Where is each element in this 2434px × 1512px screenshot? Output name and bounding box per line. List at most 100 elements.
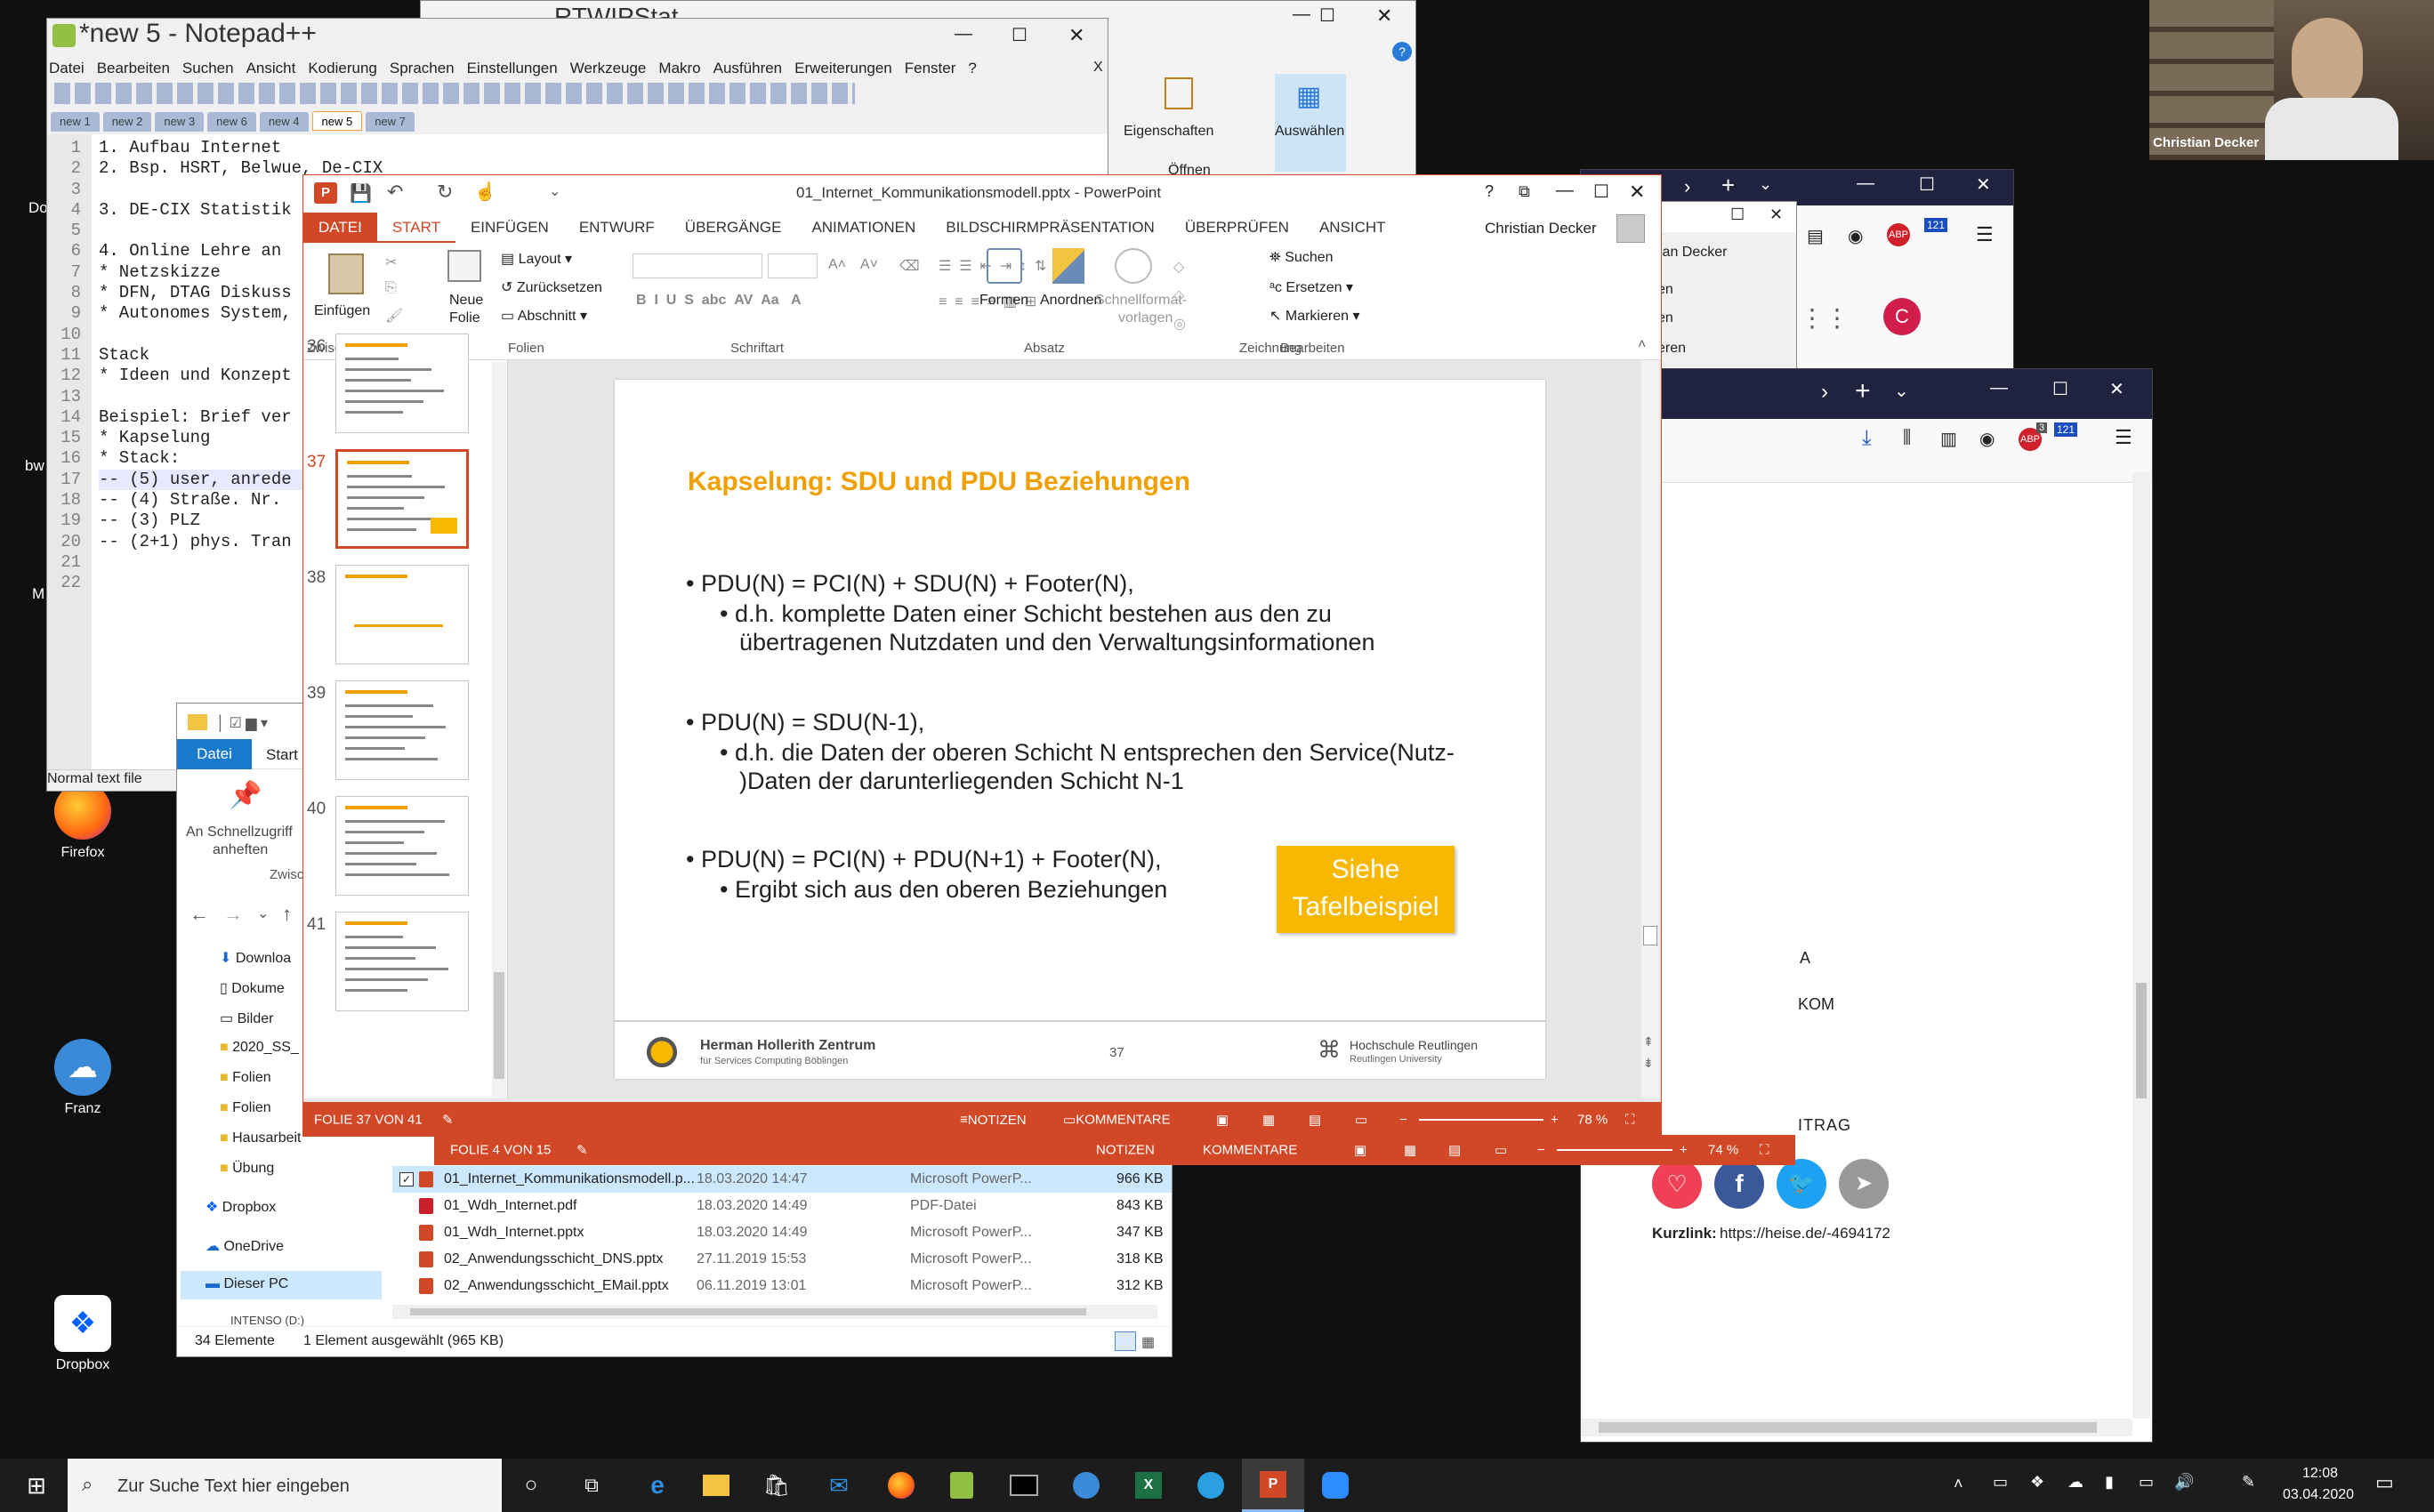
maximize-button[interactable]: ☐ [1319,4,1335,27]
nav-this-pc[interactable]: ▬ Dieser PC [206,1276,288,1292]
maximize-button[interactable]: ☐ [1593,181,1609,203]
tab-animationen[interactable]: ANIMATIONEN [796,213,931,243]
menu-item[interactable]: Suchen [182,60,234,76]
new-tab-icon[interactable]: + [1855,376,1871,406]
firefox-icon[interactable] [870,1459,932,1512]
save-icon[interactable]: 💾 [350,182,372,205]
sub-bullet[interactable]: • Ergibt sich aus den oberen Beziehungen [720,876,1167,904]
minimize-button[interactable]: — [1293,4,1310,25]
nav-drive[interactable]: INTENSO (D:) [230,1314,304,1327]
tab-start[interactable]: START [376,213,455,243]
menu-item[interactable]: Datei [49,60,85,76]
collapse-ribbon-icon[interactable]: ˄ [1638,337,1646,353]
nav-documents[interactable]: ▯ Dokume [220,979,285,997]
close-button[interactable]: ✕ [1376,4,1392,28]
find-button[interactable]: ⛯ Suchen [1269,250,1334,266]
account-icon[interactable]: ◉ [1979,428,1995,450]
zoom-icon[interactable] [1304,1459,1366,1512]
close-button[interactable]: ✕ [1976,173,1991,196]
adblock-icon[interactable]: ABP [1887,223,1910,246]
view-slideshow-icon[interactable]: ▭ [1355,1112,1367,1128]
redo-icon[interactable]: ↻ [437,181,453,204]
slide-thumbnail[interactable] [335,565,469,664]
pen-icon[interactable]: ✎ [2242,1473,2255,1492]
task-view-icon[interactable]: ⧉ [560,1459,623,1512]
slide-thumbnail[interactable] [335,334,469,433]
layout-button[interactable]: ▤ Layout ▾ [501,250,572,268]
font-styles-icons[interactable]: B I U S abc AV Aa A [636,293,802,309]
doc-tab[interactable]: new 7 [366,112,415,132]
telegram-share-button[interactable]: ➤ [1839,1159,1889,1209]
notes-icon[interactable]: ✎ [442,1112,454,1128]
editor-line[interactable]: 1. Aufbau Internet [99,138,1095,158]
fit-slide-icon[interactable]: ⛶ [1760,1143,1769,1158]
notes-button[interactable]: ≡ NOTIZEN [960,1113,1027,1128]
select-button[interactable]: Auswählen [1275,124,1344,140]
close-button[interactable]: ✕ [2109,378,2124,400]
extension-badge[interactable]: 121 [2054,422,2078,437]
menu-icon[interactable]: ☰ [2115,426,2132,449]
battery-icon[interactable]: ▮ [2105,1473,2114,1492]
zoom-in-icon[interactable]: + [1680,1143,1688,1158]
notes-icon[interactable]: ✎ [576,1142,588,1158]
font-size-box[interactable] [768,253,818,278]
menu-item[interactable]: Makro [658,60,700,76]
sub-bullet-cont[interactable]: )Daten der darunterliegenden Schicht N-1 [739,768,1184,795]
tiles-view-icon[interactable]: ▦ [1141,1333,1155,1351]
touch-mode-icon[interactable]: ☝ [474,181,496,203]
tab-bildschirmpraesentation[interactable]: BILDSCHIRMPRÄSENTATION [931,213,1170,243]
doc-tab[interactable]: new 2 [102,112,152,132]
sub-bullet[interactable]: • d.h. die Daten der oberen Schicht N en… [720,739,1455,767]
font-shrink-icon[interactable]: A˅ [860,257,878,273]
view-sorter-icon[interactable]: ▦ [1404,1142,1416,1158]
franz-icon[interactable] [1055,1459,1117,1512]
undo-icon[interactable]: ↶ [387,181,403,204]
menu-item[interactable]: Werkzeuge [570,60,647,76]
notepadpp-icon[interactable] [931,1459,993,1512]
file-row[interactable]: 01_Wdh_Internet.pdf 18.03.2020 14:49 PDF-D… [392,1193,1172,1219]
view-reading-icon[interactable]: ▤ [1309,1112,1321,1128]
file-row[interactable]: 02_Anwendungsschicht_DNS.pptx 27.11.2019 … [392,1246,1172,1273]
sub-bullet[interactable]: • d.h. komplette Daten einer Schicht bes… [720,600,1332,628]
extension-badge[interactable]: 121 [1924,218,1948,232]
doc-tab[interactable]: new 6 [207,112,256,132]
fill-outline-icons[interactable]: ◇ ◇ ◎ [1173,253,1186,339]
view-sorter-icon[interactable]: ▦ [1262,1112,1275,1128]
paste-button[interactable]: Einfügen [314,303,370,319]
comments-button[interactable]: KOMMENTARE [1203,1143,1297,1158]
tab-datei[interactable]: Datei [177,739,252,769]
nav-folder[interactable]: ■ Hausarbeit [220,1130,301,1146]
facebook-share-button[interactable]: f [1714,1159,1764,1209]
account-user[interactable]: Christian Decker [1485,220,1597,237]
powerpoint-icon[interactable]: P [1242,1459,1304,1512]
slide-thumbnail[interactable] [335,912,469,1011]
maximize-button[interactable]: ☐ [1730,205,1745,224]
nav-dropbox[interactable]: ❖ Dropbox [206,1198,276,1216]
file-explorer-icon[interactable] [685,1459,747,1512]
minimize-button[interactable]: — [955,24,972,44]
menu-icon[interactable]: ☰ [1976,223,1994,246]
nav-folder[interactable]: ■ Folien [220,1100,271,1116]
slide-title[interactable]: Kapselung: SDU und PDU Beziehungen [688,467,1190,497]
kurzlink-url[interactable]: https://heise.de/-4694172 [1720,1225,1890,1243]
clear-format-icon[interactable]: ⌫ [899,257,920,275]
replace-button[interactable]: ᵃc Ersetzen ▾ [1269,278,1353,296]
tab-datei[interactable]: DATEI [303,213,377,243]
apps-grid-icon[interactable]: ⋮⋮ [1800,303,1850,333]
nav-folder[interactable]: ■ Übung [220,1161,274,1177]
close-button[interactable]: ✕ [1629,181,1645,204]
clock-date[interactable]: 03.04.2020 [2283,1487,2354,1503]
cut-icon[interactable]: ✂ [385,253,397,271]
file-row[interactable]: 02_Anwendungsschicht_EMail.pptx 06.11.201… [392,1273,1172,1299]
doc-tab[interactable]: new 4 [259,112,309,132]
tray-chevron-icon[interactable]: ˄ [1954,1475,1963,1493]
zoom-slider[interactable] [1557,1149,1672,1151]
new-tab-icon[interactable]: + [1721,172,1735,199]
close-button[interactable]: ✕ [1769,205,1783,224]
menu-item[interactable]: Erweiterungen [794,60,892,76]
doc-tab[interactable]: new 3 [155,112,205,132]
thumb-scroll-thumb[interactable] [494,972,504,1079]
account-avatar[interactable] [1616,214,1645,243]
network-icon[interactable]: ▭ [2139,1473,2154,1492]
zoom-level[interactable]: 78 % [1577,1113,1608,1128]
